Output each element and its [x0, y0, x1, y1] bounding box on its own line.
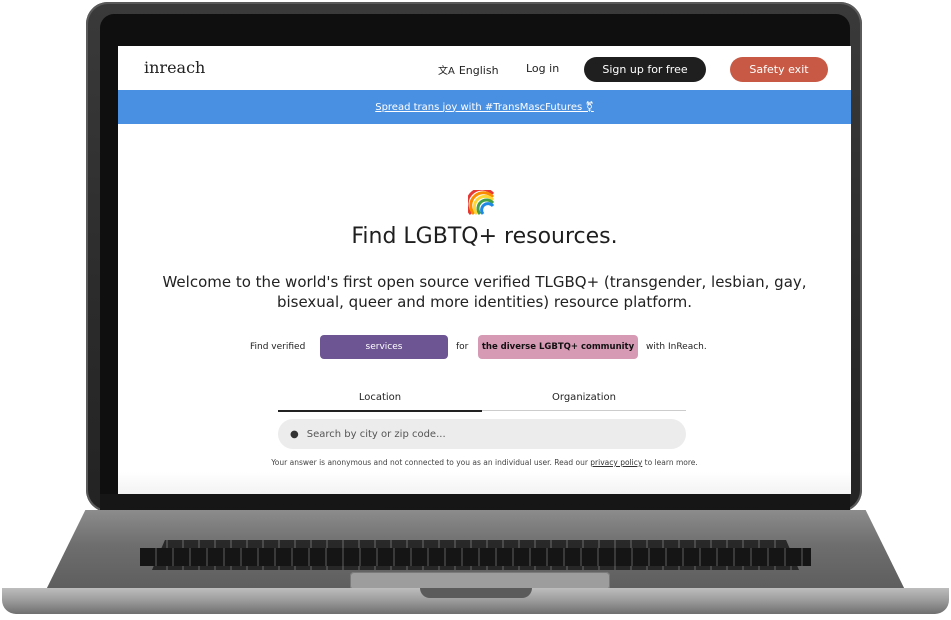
laptop-base: [2, 510, 949, 616]
privacy-note-tail: to learn more.: [642, 458, 698, 467]
privacy-policy-link[interactable]: privacy policy: [590, 458, 642, 467]
tab-organization[interactable]: Organization: [482, 384, 686, 411]
page-fold: [118, 472, 851, 494]
tab-location[interactable]: Location: [278, 384, 482, 412]
privacy-note: Your answer is anonymous and not connect…: [118, 458, 851, 467]
page-headline: Find LGBTQ+ resources.: [351, 224, 618, 249]
finder-connector: for: [456, 342, 469, 352]
keyboard-keys-row: [140, 548, 811, 566]
signup-button[interactable]: Sign up for free: [584, 57, 706, 82]
login-link[interactable]: Log in: [526, 62, 559, 75]
browser-viewport: inreach 文A English Log in Sign up for fre…: [118, 46, 851, 494]
language-label: English: [458, 64, 499, 77]
finder-suffix: with InReach.: [646, 342, 707, 352]
service-type-selector[interactable]: services: [320, 335, 448, 359]
banner-link[interactable]: Spread trans joy with #TransMascFutures …: [375, 102, 594, 113]
rainbow-icon: [468, 190, 495, 216]
finder-sentence: Find verified services for the diverse L…: [118, 335, 851, 359]
announcement-banner: Spread trans joy with #TransMascFutures …: [118, 90, 851, 124]
safety-exit-button[interactable]: Safety exit: [730, 57, 828, 82]
top-nav: inreach 文A English Log in Sign up for fre…: [118, 46, 851, 90]
location-search-bar[interactable]: ●: [278, 419, 686, 449]
welcome-line-2: bisexual, queer and more identities) res…: [276, 293, 693, 311]
inreach-logo[interactable]: inreach: [144, 58, 205, 77]
language-selector[interactable]: 文A English: [438, 62, 499, 77]
location-pin-icon: ●: [290, 428, 299, 440]
welcome-text: Welcome to the world's first open source…: [148, 272, 821, 312]
lid-notch: [420, 588, 532, 598]
translate-icon: 文A: [438, 66, 455, 77]
location-search-input[interactable]: [304, 427, 669, 441]
privacy-note-text: Your answer is anonymous and not connect…: [271, 458, 591, 467]
finder-prefix: Find verified: [250, 342, 306, 352]
welcome-line-1: Welcome to the world's first open source…: [162, 273, 807, 291]
search-tabs: Location Organization: [278, 384, 686, 412]
community-selector[interactable]: the diverse LGBTQ+ community: [478, 335, 638, 359]
